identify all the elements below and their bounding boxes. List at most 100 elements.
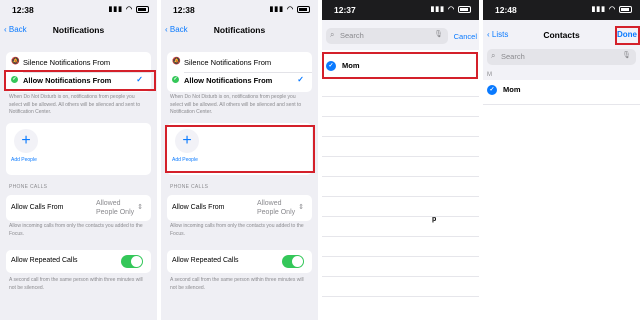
- divider: [322, 116, 479, 117]
- silence-option[interactable]: 🔕 Silence Notifications From: [6, 57, 151, 71]
- repeated-calls-label: Allow Repeated Calls: [172, 257, 239, 264]
- allow-label: Allow Notifications From: [184, 76, 273, 85]
- repeated-calls-label: Allow Repeated Calls: [11, 257, 78, 264]
- checkmark-circle-icon: ✓: [487, 85, 497, 95]
- status-time: 12:38: [12, 5, 34, 15]
- search-bar[interactable]: ⌕ Search 🎙: [326, 28, 448, 44]
- nav-bar: ‹ Back Notifications: [161, 20, 318, 42]
- status-icons: ▮▮▮ ◠: [108, 5, 149, 13]
- divider: [322, 156, 479, 157]
- status-bar: 12:37 ▮▮▮ ◠: [322, 0, 479, 20]
- status-icons: ▮▮▮ ◠: [591, 5, 632, 13]
- notification-mode-card: 🔕 Silence Notifications From ✓ Allow Not…: [6, 52, 151, 92]
- battery-icon: [136, 5, 149, 13]
- checkmark-icon: ✓: [297, 75, 304, 84]
- divider: [483, 104, 640, 105]
- plus-icon[interactable]: +: [14, 129, 38, 153]
- bell-slash-icon: 🔕: [172, 58, 181, 65]
- repeated-calls-toggle[interactable]: [121, 255, 143, 268]
- divider: [322, 236, 479, 237]
- allow-calls-value-line2: People Only: [257, 209, 296, 216]
- divider: [322, 256, 479, 257]
- screen-contact-search: 12:37 ▮▮▮ ◠ ⌕ Search 🎙 Cancel ✓ Mom p: [322, 0, 479, 320]
- screen-contacts-done: 12:48 ▮▮▮ ◠ ‹ Lists Contacts Done ⌕ Sear…: [483, 0, 640, 320]
- status-icons: ▮▮▮ ◠: [269, 5, 310, 13]
- battery-icon: [297, 5, 310, 13]
- nav-bar: ‹ Lists Contacts Done: [483, 20, 640, 42]
- calls-footnote: Allow incoming calls from only the conta…: [170, 223, 304, 237]
- checkmark-circle-icon: ✓: [326, 61, 336, 71]
- divider: [322, 96, 479, 97]
- section-letter: M: [487, 72, 492, 78]
- phone-calls-header: PHONE CALLS: [170, 184, 209, 190]
- allow-calls-value-line1: Allowed: [96, 200, 121, 207]
- checkmark-icon: ✓: [136, 75, 143, 84]
- notification-footnote: When Do Not Disturb is on, notifications…: [170, 94, 302, 115]
- allow-calls-row[interactable]: Allow Calls From Allowed People Only ⇕: [167, 195, 312, 221]
- search-icon: ⌕: [491, 51, 496, 60]
- allow-calls-value: Allowed People Only: [96, 199, 134, 217]
- divider: [184, 72, 312, 73]
- cancel-button[interactable]: Cancel: [454, 32, 477, 41]
- add-people-label[interactable]: Add People: [172, 157, 198, 163]
- status-icons: ▮▮▮ ◠: [430, 5, 471, 13]
- status-time: 12:48: [495, 5, 517, 15]
- status-time: 12:37: [334, 5, 356, 15]
- microphone-icon[interactable]: 🎙: [622, 51, 631, 59]
- microphone-icon[interactable]: 🎙: [434, 30, 443, 38]
- calls-footnote: Allow incoming calls from only the conta…: [9, 223, 143, 237]
- search-bar[interactable]: ⌕ Search 🎙: [487, 49, 636, 65]
- contact-name: Mom: [503, 85, 521, 94]
- divider: [322, 176, 479, 177]
- allow-calls-value: Allowed People Only: [257, 199, 295, 217]
- search-placeholder: Search: [501, 52, 525, 61]
- check-circle-icon: ✓: [11, 76, 18, 83]
- divider: [322, 136, 479, 137]
- silence-label: Silence Notifications From: [184, 58, 272, 67]
- updown-chevron-icon: ⇕: [298, 204, 304, 211]
- allow-option[interactable]: ✓ Allow Notifications From ✓: [6, 75, 151, 89]
- allow-option[interactable]: ✓ Allow Notifications From ✓: [167, 75, 312, 89]
- battery-icon: [619, 5, 632, 13]
- page-title: Notifications: [213, 25, 266, 35]
- silence-label: Silence Notifications From: [23, 58, 111, 67]
- add-people-card: + Add People: [167, 123, 312, 175]
- add-people-label[interactable]: Add People: [11, 157, 37, 163]
- allow-calls-row[interactable]: Allow Calls From Allowed People Only ⇕: [6, 195, 151, 221]
- contact-row-mom[interactable]: ✓ Mom: [483, 81, 640, 99]
- repeated-calls-toggle[interactable]: [282, 255, 304, 268]
- notification-mode-card: 🔕 Silence Notifications From ✓ Allow Not…: [167, 52, 312, 92]
- contact-results-list: ✓ Mom p: [322, 50, 479, 320]
- allow-calls-value-line2: People Only: [96, 209, 135, 216]
- allow-calls-label: Allow Calls From: [11, 204, 64, 211]
- contact-name: Mom: [342, 61, 360, 70]
- screen-notifications-add-people: 12:38 ▮▮▮ ◠ ‹ Back Notifications 🔕 Silen…: [161, 0, 318, 320]
- check-circle-icon: ✓: [172, 76, 179, 83]
- contact-list: ✓ Mom: [483, 80, 640, 320]
- add-people-card: + Add People: [6, 123, 151, 175]
- page-title: Notifications: [52, 25, 105, 35]
- search-placeholder: Search: [340, 31, 364, 40]
- repeated-calls-row: Allow Repeated Calls: [167, 250, 312, 273]
- nav-bar: ‹ Back Notifications: [0, 20, 157, 42]
- done-button[interactable]: Done: [617, 30, 637, 39]
- repeated-footnote: A second call from the same person withi…: [9, 277, 143, 291]
- status-bar: 12:48 ▮▮▮ ◠: [483, 0, 640, 20]
- divider: [322, 196, 479, 197]
- repeated-calls-row: Allow Repeated Calls: [6, 250, 151, 273]
- bell-slash-icon: 🔕: [11, 58, 20, 65]
- allow-calls-label: Allow Calls From: [172, 204, 225, 211]
- plus-icon[interactable]: +: [175, 129, 199, 153]
- status-bar: 12:38 ▮▮▮ ◠: [0, 0, 157, 20]
- status-bar: 12:38 ▮▮▮ ◠: [161, 0, 318, 20]
- divider: [23, 72, 151, 73]
- status-time: 12:38: [173, 5, 195, 15]
- contact-row-mom[interactable]: ✓ Mom: [322, 57, 479, 75]
- index-letter: p: [432, 216, 437, 223]
- updown-chevron-icon: ⇕: [137, 204, 143, 211]
- allow-label: Allow Notifications From: [23, 76, 112, 85]
- divider: [322, 296, 479, 297]
- silence-option[interactable]: 🔕 Silence Notifications From: [167, 57, 312, 71]
- notification-footnote: When Do Not Disturb is on, notifications…: [9, 94, 141, 115]
- repeated-footnote: A second call from the same person withi…: [170, 277, 304, 291]
